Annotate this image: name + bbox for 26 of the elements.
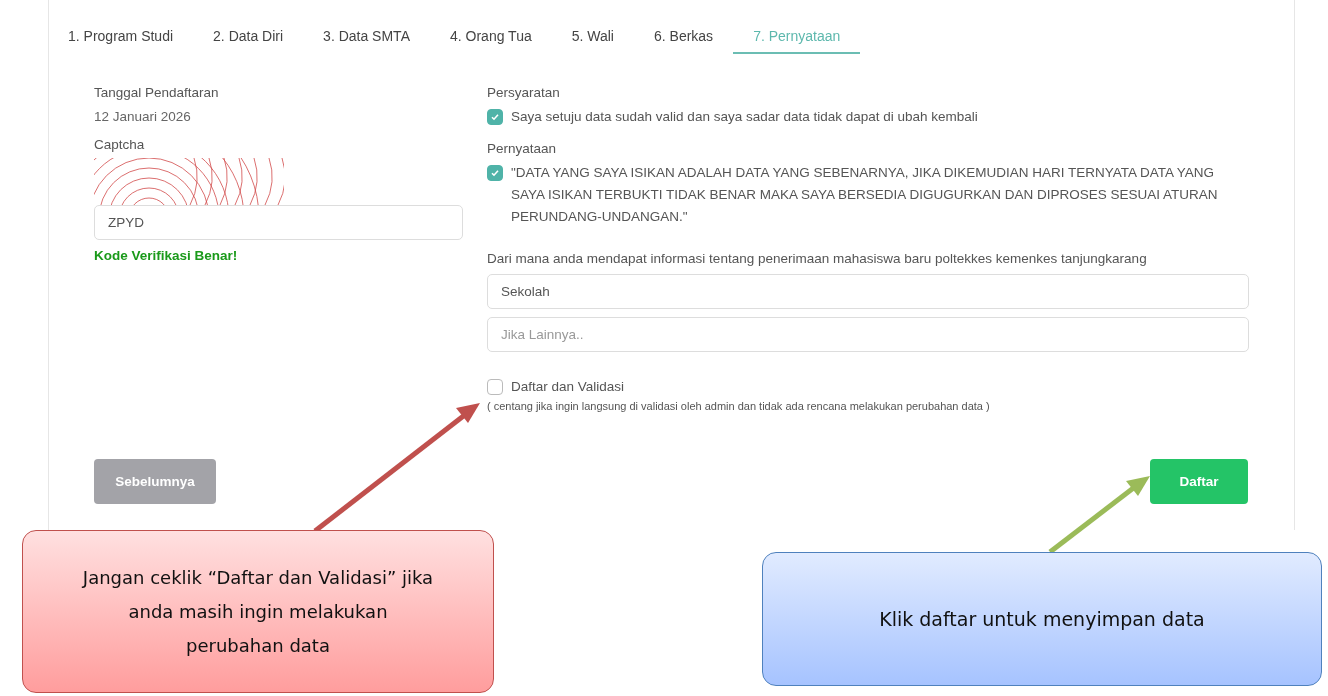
callout-note: Jangan ceklik “Daftar dan Validasi” jika anda masih ingin melakukan perubahan data — [22, 530, 494, 693]
date-value: 12 Januari 2026 — [94, 108, 192, 126]
checkbox[interactable] — [487, 379, 503, 395]
tab[interactable]: 3. Data SMTA — [303, 26, 430, 54]
tab[interactable]: 6. Berkas — [634, 26, 734, 54]
checkbox[interactable] — [487, 109, 503, 125]
captcha-input[interactable]: ZPYD — [94, 205, 463, 240]
hint-text: ( centang jika ingin langsung di validasi oleh admin dan tidak ada rencana melakukan perubahan data ) — [487, 400, 991, 412]
field-label: Persyaratan — [487, 84, 561, 102]
field-label: Pernyataan — [487, 140, 558, 158]
check-icon — [490, 112, 500, 122]
verification-message: Kode Verifikasi Benar! — [94, 248, 239, 263]
field-label: Tanggal Pendaftaran — [94, 84, 220, 102]
checkbox-label: Daftar dan Validasi — [511, 378, 625, 396]
tab[interactable]: 4. Orang Tua — [430, 26, 552, 54]
checkbox[interactable] — [487, 165, 503, 181]
callout-note: Klik daftar untuk menyimpan data — [762, 552, 1322, 686]
checkbox-label: Saya setuju data sudah valid dan saya sadar data tidak dapat di ubah kembali — [511, 108, 978, 126]
field-label: Captcha — [94, 136, 146, 154]
checkbox-label: "DATA YANG SAYA ISIKAN ADALAH DATA YANG SEBENARNYA, JIKA DIKEMUDIAN HARI TERNYATA DATA YANG SAYA ISIKAN TERBUKTI TIDAK BENAR MAKA SAYA BERSEDIA DIGUGURKAN DAN DIPROSES SESUAI ATURAN PERUNDANG-UNDANGAN." — [511, 164, 1219, 226]
check-icon — [490, 168, 500, 178]
question-label: Dari mana anda mendapat informasi tentang penerimaan mahasiswa baru poltekkes kemenkes tanjungkarang — [487, 250, 1148, 268]
tab[interactable]: 2. Data Diri — [193, 26, 304, 54]
tab[interactable]: 5. Wali — [551, 26, 634, 54]
tab[interactable]: 1. Program Studi — [68, 26, 194, 54]
source-select[interactable]: Sekolah — [487, 274, 1249, 309]
